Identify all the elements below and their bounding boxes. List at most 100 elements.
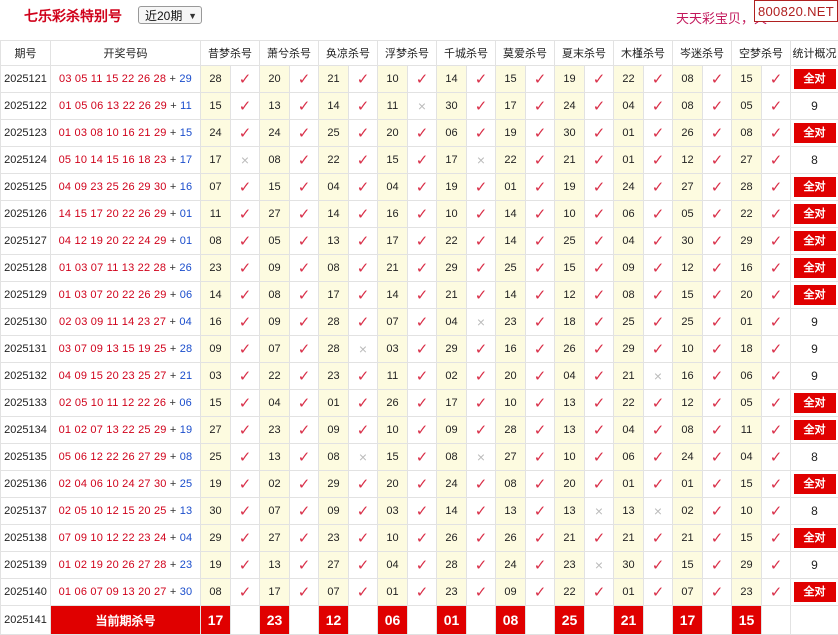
- kill-number: 07: [201, 174, 231, 201]
- blank-cell: [762, 606, 791, 635]
- check-icon: ✓: [585, 228, 614, 255]
- kill-number: 14: [437, 498, 467, 525]
- check-icon: ✓: [585, 417, 614, 444]
- check-icon: ✓: [408, 471, 437, 498]
- check-icon: ✓: [231, 579, 260, 606]
- check-icon: ✓: [526, 147, 555, 174]
- kill-number: 22: [319, 147, 349, 174]
- plus-sign: +: [167, 235, 180, 247]
- kill-number: 24: [201, 120, 231, 147]
- kill-number: 15: [260, 174, 290, 201]
- kill-number: 05: [732, 390, 762, 417]
- plus-sign: +: [167, 181, 180, 193]
- check-icon: ✓: [762, 390, 791, 417]
- draw-numbers: 01 02 07 13 22 25 29 + 19: [51, 417, 201, 444]
- cross-icon: ×: [467, 309, 496, 336]
- check-icon: ✓: [349, 66, 378, 93]
- site-watermark: 800820.NET: [754, 0, 838, 22]
- check-icon: ✓: [526, 498, 555, 525]
- check-icon: ✓: [349, 390, 378, 417]
- check-icon: ✓: [290, 336, 319, 363]
- kill-number: 12: [555, 282, 585, 309]
- all-correct-badge: 全对: [794, 231, 836, 251]
- check-icon: ✓: [231, 228, 260, 255]
- kill-number: 15: [496, 66, 526, 93]
- main-numbers: 02 05 10 11 12 22 26: [59, 397, 166, 409]
- kill-number: 16: [673, 363, 703, 390]
- table-row: 202512103 05 11 15 22 26 28 + 2928✓20✓21…: [1, 66, 838, 93]
- kill-number: 08: [437, 444, 467, 471]
- main-numbers: 01 03 07 11 13 22 28: [59, 262, 166, 274]
- check-icon: ✓: [762, 444, 791, 471]
- main-numbers: 14 15 17 20 22 26 29: [59, 208, 167, 220]
- table-row: 202512405 10 14 15 16 18 23 + 1717×08✓22…: [1, 147, 838, 174]
- check-icon: ✓: [526, 471, 555, 498]
- check-icon: ✓: [526, 552, 555, 579]
- kill-number: 01: [614, 147, 644, 174]
- special-number: 16: [180, 181, 193, 193]
- draw-numbers: 01 05 06 13 22 26 29 + 11: [51, 93, 201, 120]
- kill-number: 08: [319, 255, 349, 282]
- check-icon: ✓: [349, 120, 378, 147]
- column-header: 莫爱杀号: [496, 41, 555, 66]
- check-icon: ✓: [290, 444, 319, 471]
- kill-number: 17: [319, 282, 349, 309]
- kill-number: 22: [555, 579, 585, 606]
- current-issue-row: 2025141当前期杀号17231206010825211715: [1, 606, 838, 635]
- check-icon: ✓: [349, 174, 378, 201]
- check-icon: ✓: [467, 93, 496, 120]
- period-select[interactable]: 近20期 ▼: [138, 6, 202, 24]
- kill-number: 19: [555, 66, 585, 93]
- draw-numbers: 01 02 19 20 26 27 28 + 23: [51, 552, 201, 579]
- kill-number: 27: [260, 201, 290, 228]
- kill-number: 02: [260, 471, 290, 498]
- special-number: 26: [179, 262, 192, 274]
- check-icon: ✓: [762, 309, 791, 336]
- kill-number: 07: [260, 498, 290, 525]
- kill-number: 09: [437, 417, 467, 444]
- kill-number: 25: [673, 309, 703, 336]
- kill-number: 09: [614, 255, 644, 282]
- kill-number: 15: [378, 147, 408, 174]
- check-icon: ✓: [585, 120, 614, 147]
- kill-number: 26: [437, 525, 467, 552]
- kill-number: 13: [319, 228, 349, 255]
- top-bar: 七乐彩杀特别号 近20期 ▼ 天天彩宝贝，天 800820.NET: [0, 0, 838, 36]
- kill-number: 26: [496, 525, 526, 552]
- main-numbers: 03 05 11 15 22 26 28: [59, 73, 166, 85]
- main-numbers: 04 09 15 20 23 25 27: [59, 370, 167, 382]
- issue-number: 2025133: [1, 390, 51, 417]
- stat-summary: 全对: [791, 255, 838, 282]
- check-icon: ✓: [703, 579, 732, 606]
- blank-cell: [585, 606, 614, 635]
- all-correct-badge: 全对: [794, 285, 836, 305]
- kill-number: 14: [378, 282, 408, 309]
- check-icon: ✓: [585, 525, 614, 552]
- kill-number: 28: [732, 174, 762, 201]
- special-number: 28: [180, 343, 193, 355]
- kill-number: 25: [496, 255, 526, 282]
- kill-number: 14: [496, 201, 526, 228]
- check-icon: ✓: [349, 471, 378, 498]
- kill-number: 11: [201, 201, 231, 228]
- check-icon: ✓: [467, 579, 496, 606]
- check-icon: ✓: [644, 120, 673, 147]
- kill-number: 07: [319, 579, 349, 606]
- draw-numbers: 07 09 10 12 22 23 24 + 04: [51, 525, 201, 552]
- issue-number: 2025136: [1, 471, 51, 498]
- kill-number: 04: [260, 390, 290, 417]
- kill-number: 27: [201, 417, 231, 444]
- check-icon: ✓: [526, 93, 555, 120]
- check-icon: ✓: [408, 147, 437, 174]
- check-icon: ✓: [290, 228, 319, 255]
- kill-number: 21: [319, 66, 349, 93]
- kill-number: 13: [614, 498, 644, 525]
- check-icon: ✓: [231, 498, 260, 525]
- kill-number: 17: [437, 390, 467, 417]
- check-icon: ✓: [231, 66, 260, 93]
- column-header: 开奖号码: [51, 41, 201, 66]
- stat-summary: 8: [791, 498, 838, 525]
- current-kill-label: 当前期杀号: [51, 606, 201, 635]
- table-row: 202513807 09 10 12 22 23 24 + 0429✓27✓23…: [1, 525, 838, 552]
- kill-number: 01: [732, 309, 762, 336]
